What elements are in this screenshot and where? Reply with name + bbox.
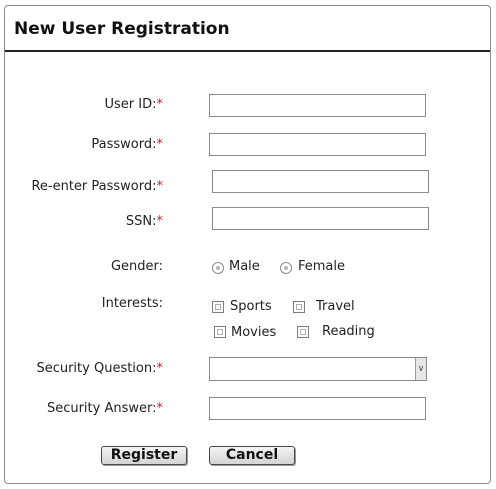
ssn-input[interactable] xyxy=(212,207,429,230)
security-question-select[interactable]: ∨ xyxy=(209,357,427,381)
chevron-down-icon[interactable]: ∨ xyxy=(415,358,426,380)
gender-male-label[interactable]: Male xyxy=(229,259,260,274)
interests-label: Interests: xyxy=(101,296,163,311)
user-id-label-text: User ID: xyxy=(104,97,157,112)
password-input[interactable] xyxy=(209,133,426,156)
reenter-password-input[interactable] xyxy=(212,170,429,193)
security-question-label: Security Question:* xyxy=(36,361,163,376)
register-button[interactable]: Register xyxy=(101,446,187,465)
interest-sports-checkbox[interactable] xyxy=(212,301,224,313)
interest-reading-label[interactable]: Reading xyxy=(322,324,375,339)
cancel-button[interactable]: Cancel xyxy=(209,446,295,465)
reenter-password-label: Re-enter Password:* xyxy=(31,179,163,194)
gender-male-radio[interactable] xyxy=(212,262,224,274)
ssn-label: SSN:* xyxy=(126,214,163,229)
ssn-label-text: SSN: xyxy=(125,214,157,229)
reenter-password-label-text: Re-enter Password: xyxy=(31,179,157,194)
interest-reading-checkbox[interactable] xyxy=(297,326,309,338)
gender-female-label[interactable]: Female xyxy=(298,259,345,274)
required-mark: * xyxy=(156,214,164,229)
security-answer-input[interactable] xyxy=(209,397,426,420)
interest-travel-checkbox[interactable] xyxy=(293,301,305,313)
registration-window: New User Registration User ID:* Password… xyxy=(4,5,491,484)
interest-travel-label[interactable]: Travel xyxy=(316,299,355,314)
interest-movies-checkbox[interactable] xyxy=(214,326,226,338)
user-id-input[interactable] xyxy=(209,94,426,117)
required-mark: * xyxy=(156,179,164,194)
interest-movies-label[interactable]: Movies xyxy=(231,325,276,340)
required-mark: * xyxy=(156,97,164,112)
page-title: New User Registration xyxy=(14,19,230,39)
security-answer-label: Security Answer:* xyxy=(47,401,163,416)
required-mark: * xyxy=(156,137,164,152)
gender-label: Gender: xyxy=(110,259,163,274)
gender-female-radio[interactable] xyxy=(280,262,292,274)
security-answer-label-text: Security Answer: xyxy=(46,401,157,416)
required-mark: * xyxy=(156,401,164,416)
password-label: Password:* xyxy=(91,137,163,152)
password-label-text: Password: xyxy=(91,137,157,152)
required-mark: * xyxy=(156,361,164,376)
form-header: New User Registration xyxy=(5,6,490,52)
interest-sports-label[interactable]: Sports xyxy=(230,299,272,314)
user-id-label: User ID:* xyxy=(105,97,164,112)
security-question-label-text: Security Question: xyxy=(36,361,157,376)
